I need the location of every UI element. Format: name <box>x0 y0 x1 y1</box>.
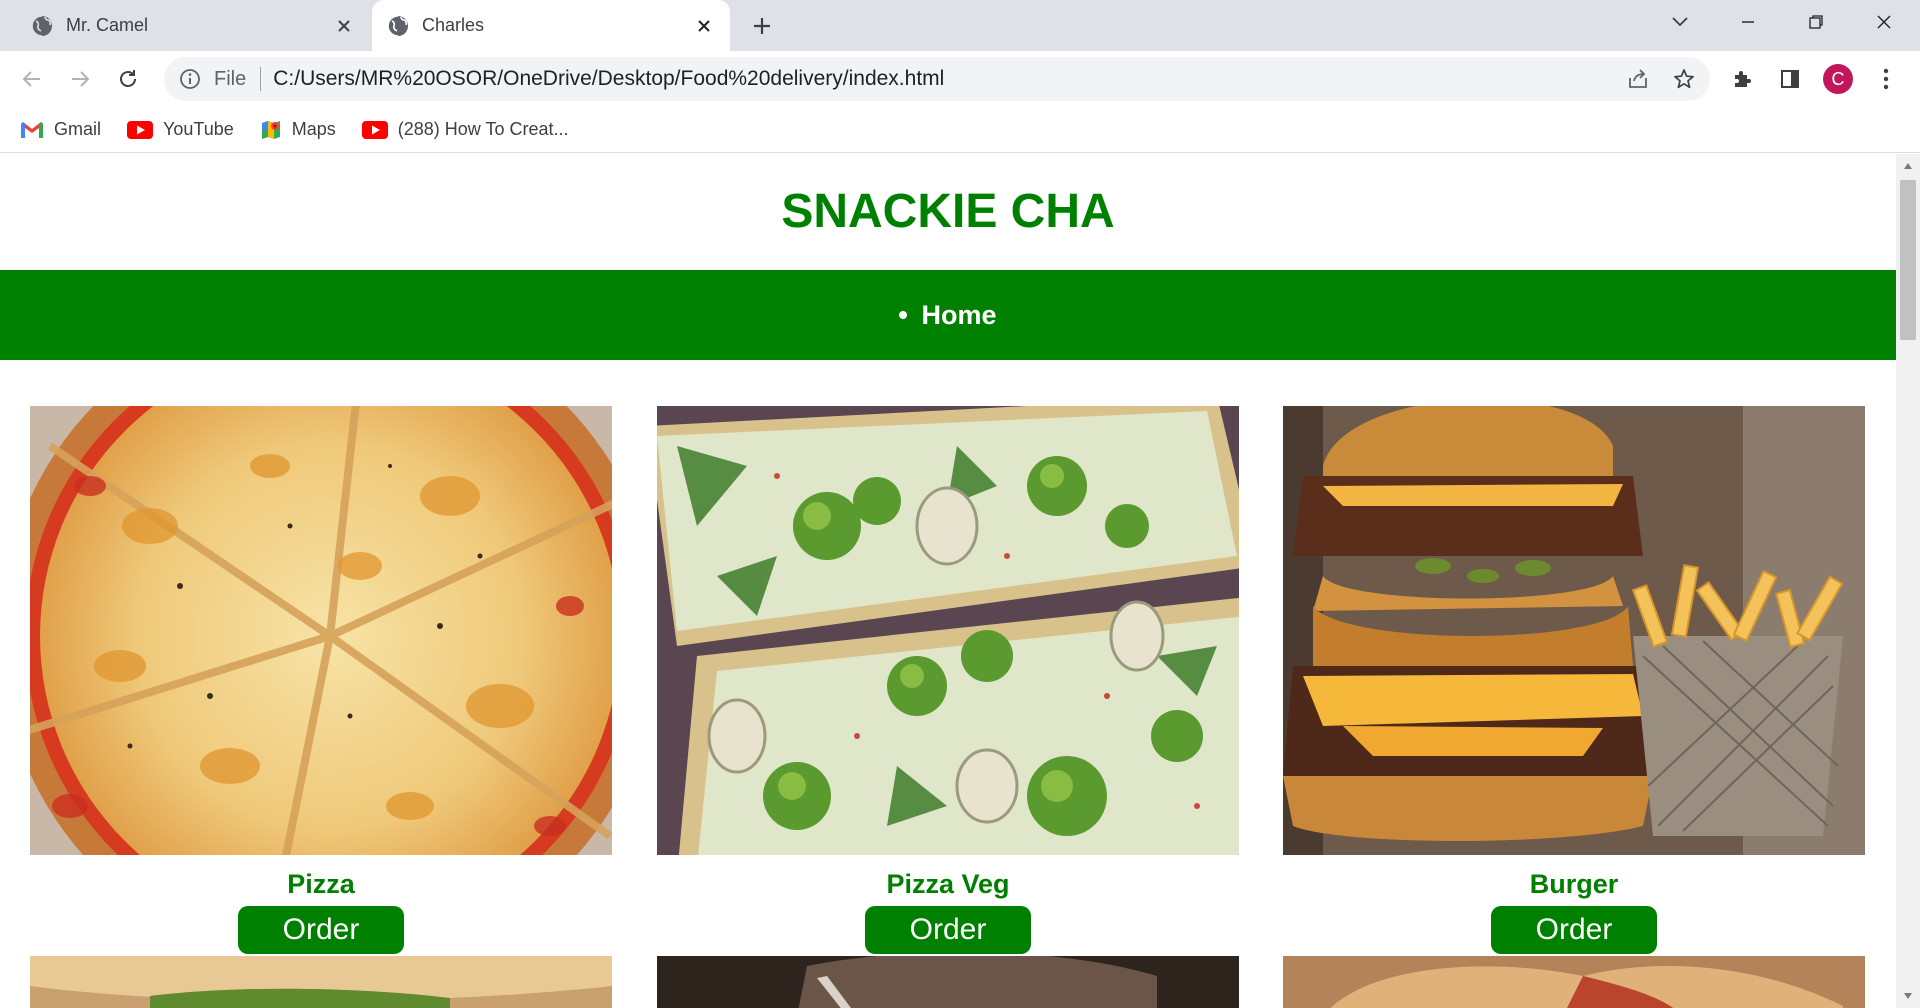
nav-item-home[interactable]: Home <box>899 299 997 331</box>
tab-title: Charles <box>422 15 485 35</box>
bookmarks-bar: Gmail YouTube Maps (288) How To Creat... <box>0 107 1920 153</box>
nav-item-label: Home <box>921 299 997 330</box>
menu-button[interactable] <box>1866 59 1906 99</box>
sandwich-photo <box>30 956 612 1008</box>
arrow-right-icon <box>72 71 90 87</box>
share-icon[interactable] <box>1618 59 1658 99</box>
food-card-partial <box>1283 956 1865 1008</box>
bookmark-label: (288) How To Creat... <box>397 119 569 139</box>
bookmark-star-icon[interactable] <box>1664 59 1704 99</box>
plus-icon <box>754 18 770 34</box>
minimize-button[interactable] <box>1720 0 1776 44</box>
forward-button[interactable] <box>60 59 100 99</box>
food-card-pizza-veg: Pizza Veg Order <box>657 406 1239 954</box>
globe-icon <box>31 14 52 37</box>
address-bar[interactable]: File C:/Users/MR%20OSOR/OneDrive/Desktop… <box>164 57 1710 101</box>
back-button[interactable] <box>12 59 52 99</box>
bookmark-gmail[interactable]: Gmail <box>20 119 101 140</box>
order-button[interactable]: Order <box>1491 906 1657 954</box>
tab-search-button[interactable] <box>1652 0 1708 44</box>
close-window-button[interactable] <box>1856 0 1912 44</box>
scheme-label: File <box>214 67 247 90</box>
bookmark-youtube[interactable]: YouTube <box>127 119 234 140</box>
bookmark-label: Maps <box>291 119 336 139</box>
page-title: SNACKIE CHA <box>781 185 1115 238</box>
arrow-left-icon <box>22 71 40 87</box>
restore-button[interactable] <box>1788 0 1844 44</box>
food-card-pizza: Pizza Order <box>30 406 612 954</box>
close-icon <box>1877 15 1891 29</box>
gmail-icon <box>21 121 43 138</box>
side-panel-button[interactable] <box>1770 59 1810 99</box>
food-card-partial <box>657 956 1239 1008</box>
page-viewport: SNACKIE CHA Home Pizza Order Pizza Veg O… <box>0 154 1896 1008</box>
dish-photo <box>657 956 1239 1008</box>
scroll-down-arrow-icon[interactable] <box>1896 984 1920 1008</box>
item-name: Pizza Veg <box>886 869 1010 899</box>
restore-icon <box>1809 15 1823 29</box>
url-text[interactable]: C:/Users/MR%20OSOR/OneDrive/Desktop/Food… <box>273 67 1618 91</box>
bookmark-label: YouTube <box>163 119 234 139</box>
pizza-photo <box>30 406 612 855</box>
tab-mr-camel[interactable]: Mr. Camel <box>16 0 370 51</box>
info-icon[interactable] <box>178 67 202 91</box>
order-button[interactable]: Order <box>238 906 404 954</box>
item-name: Pizza <box>287 869 355 899</box>
tab-title: Mr. Camel <box>66 15 149 35</box>
minimize-icon <box>1742 21 1754 23</box>
main-nav: Home <box>0 270 1896 360</box>
bookmark-video[interactable]: (288) How To Creat... <box>361 119 569 140</box>
browser-toolbar: File C:/Users/MR%20OSOR/OneDrive/Desktop… <box>0 51 1920 107</box>
wrap-photo <box>1283 956 1865 1008</box>
youtube-icon <box>361 120 388 139</box>
omnibox-divider <box>260 67 262 91</box>
bookmark-label: Gmail <box>54 119 102 139</box>
avatar: C <box>1823 64 1853 94</box>
reload-button[interactable] <box>108 59 148 99</box>
tab-charles[interactable]: Charles <box>372 0 730 51</box>
reload-icon <box>120 70 136 87</box>
item-name: Burger <box>1529 869 1619 899</box>
scrollbar-thumb[interactable] <box>1900 180 1916 340</box>
scroll-up-arrow-icon[interactable] <box>1896 154 1920 178</box>
tab-strip: Mr. Camel Charles <box>0 0 1920 51</box>
close-tab-icon[interactable] <box>328 10 360 42</box>
bookmark-maps[interactable]: Maps <box>260 119 336 141</box>
kebab-menu-icon <box>1883 68 1889 90</box>
close-tab-icon[interactable] <box>688 10 720 42</box>
bullet-icon <box>899 311 908 319</box>
globe-icon <box>387 14 408 37</box>
new-tab-button[interactable] <box>744 8 780 44</box>
order-button[interactable]: Order <box>865 906 1031 954</box>
food-card-burger: Burger Order <box>1283 406 1865 954</box>
profile-button[interactable]: C <box>1818 59 1858 99</box>
puzzle-icon <box>1735 71 1751 87</box>
page-scrollbar[interactable] <box>1896 154 1920 1008</box>
veggie-pizza-photo <box>657 406 1239 855</box>
youtube-icon <box>127 120 154 139</box>
side-panel-icon <box>1781 70 1799 88</box>
burger-photo <box>1283 406 1865 855</box>
extensions-button[interactable] <box>1722 59 1762 99</box>
food-card-partial <box>30 956 612 1008</box>
maps-icon <box>261 120 280 139</box>
chevron-down-icon <box>1672 17 1688 27</box>
